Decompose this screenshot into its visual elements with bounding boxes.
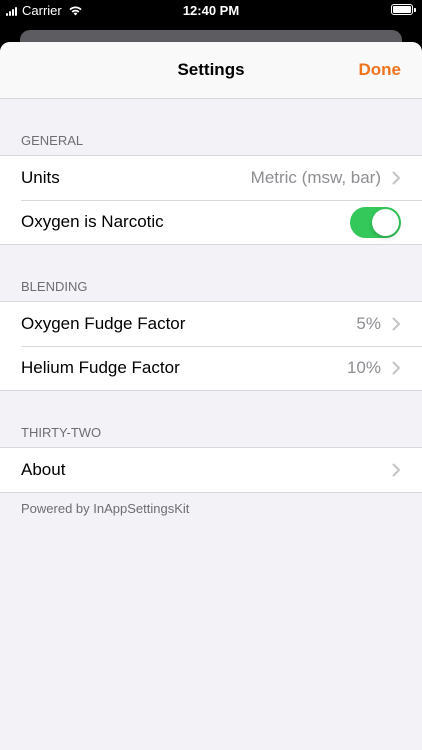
settings-sheet: Settings Done GENERAL Units Metric (msw,…: [0, 42, 422, 750]
battery-fill: [393, 6, 411, 13]
about-row[interactable]: About: [0, 448, 422, 492]
section-header-general: GENERAL: [21, 133, 84, 148]
battery-icon: [391, 4, 416, 15]
helium-fudge-label: Helium Fudge Factor: [21, 358, 180, 377]
chevron-right-icon: [392, 463, 400, 477]
navigation-bar: Settings Done: [0, 42, 422, 99]
helium-fudge-row[interactable]: Helium Fudge Factor 10%: [0, 346, 422, 390]
section-header-blending: BLENDING: [21, 279, 88, 294]
section-header-thirty-two: THIRTY-TWO: [21, 425, 102, 440]
helium-fudge-value: 10%: [346, 358, 381, 377]
group-general: Units Metric (msw, bar) Oxygen is Narcot…: [0, 155, 422, 245]
about-label: About: [21, 460, 66, 479]
oxygen-fudge-row[interactable]: Oxygen Fudge Factor 5%: [0, 302, 422, 346]
toggle-knob: [372, 209, 399, 236]
group-blending: Oxygen Fudge Factor 5% Helium Fudge Fact…: [0, 301, 422, 391]
done-button[interactable]: Done: [359, 60, 402, 80]
oxygen-fudge-label: Oxygen Fudge Factor: [21, 314, 186, 333]
battery-cap: [414, 8, 416, 12]
units-value: Metric (msw, bar): [250, 168, 381, 187]
oxygen-narcotic-label: Oxygen is Narcotic: [21, 212, 164, 231]
status-time: 12:40 PM: [182, 3, 240, 18]
chevron-right-icon: [392, 171, 400, 185]
status-bar: Carrier 12:40 PM: [0, 0, 422, 22]
group-thirty-two: About: [0, 447, 422, 493]
oxygen-fudge-value: 5%: [356, 314, 381, 333]
units-row[interactable]: Units Metric (msw, bar): [0, 156, 422, 200]
chevron-right-icon: [392, 361, 400, 375]
footer-text: Powered by InAppSettingsKit: [21, 501, 190, 516]
oxygen-narcotic-row: Oxygen is Narcotic: [0, 200, 422, 244]
oxygen-narcotic-toggle[interactable]: [350, 207, 401, 238]
chevron-right-icon: [392, 317, 400, 331]
units-label: Units: [21, 168, 60, 187]
